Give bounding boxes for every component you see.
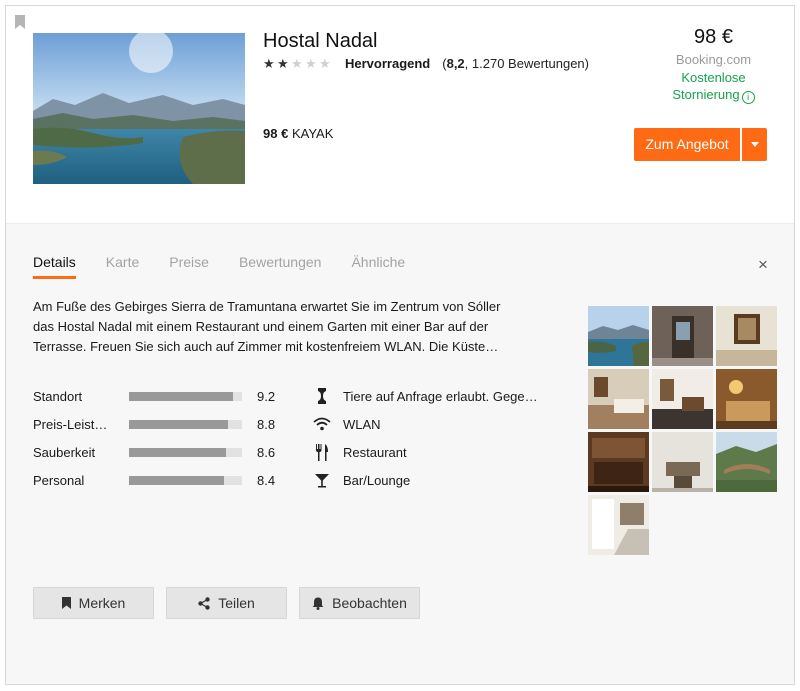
score-row: Preis-Leist… 8.8: [33, 410, 287, 438]
star-filled-icon: ★: [263, 56, 275, 71]
offer-button[interactable]: Zum Angebot: [634, 128, 740, 161]
rating-score: 8,2: [446, 56, 465, 71]
free-cancellation-line2: Stornierung: [672, 87, 740, 102]
pet-bone-icon: [311, 388, 333, 404]
rating-count: 1.270 Bewertungen: [471, 56, 585, 71]
amenity-restaurant: Restaurant: [311, 438, 538, 466]
score-bar: [129, 419, 242, 429]
save-button[interactable]: Merken: [33, 587, 154, 619]
gallery-thumbnail[interactable]: [652, 432, 713, 492]
gallery-thumbnail[interactable]: [588, 432, 649, 492]
description-line: Terrasse. Freuen Sie sich auch auf Zimme…: [33, 339, 499, 354]
star-empty-icon: ★: [319, 56, 331, 71]
score-label: Preis-Leist…: [33, 416, 108, 432]
fork-knife-icon: [311, 443, 333, 461]
photo-gallery: [588, 306, 778, 555]
alternative-offer[interactable]: 98 € KAYAK: [263, 126, 333, 141]
chevron-down-icon: [750, 142, 759, 147]
score-value: 8.4: [257, 472, 276, 488]
cocktail-icon: [311, 472, 333, 488]
amenity-bar: Bar/Lounge: [311, 466, 538, 494]
gallery-thumbnail[interactable]: [588, 495, 649, 555]
score-row: Standort 9.2: [33, 382, 287, 410]
score-fill: [129, 475, 224, 485]
score-value: 8.8: [257, 416, 276, 432]
share-button-label: Teilen: [218, 595, 255, 611]
close-icon[interactable]: ×: [758, 256, 768, 273]
hotel-name[interactable]: Hostal Nadal: [263, 30, 378, 53]
gallery-thumbnail[interactable]: [588, 369, 649, 429]
best-price: 98 €: [694, 26, 733, 48]
score-label: Personal: [33, 472, 85, 488]
hotel-main-photo[interactable]: [33, 33, 245, 184]
rating-summary[interactable]: (8,2, 1.270 Bewertungen): [442, 56, 589, 71]
share-icon: [198, 596, 210, 610]
score-value: 9.2: [257, 388, 276, 404]
amenities-list: Tiere auf Anfrage erlaubt. Gege… WLAN Re…: [311, 382, 538, 494]
star-empty-icon: ★: [305, 56, 317, 71]
amenity-label: Restaurant: [343, 444, 407, 460]
watch-button-label: Beobachten: [332, 595, 407, 611]
score-row: Personal 8.4: [33, 466, 287, 494]
star-rating: ★ ★ ★ ★ ★: [263, 57, 333, 70]
tab-prices[interactable]: Preise: [169, 254, 209, 279]
amenity-wifi: WLAN: [311, 410, 538, 438]
amenity-label: Tiere auf Anfrage erlaubt. Gege…: [343, 388, 538, 404]
free-cancellation: Kostenlose Stornierung i: [626, 69, 794, 104]
tab-details[interactable]: Details: [33, 254, 76, 279]
gallery-thumbnail[interactable]: [652, 306, 713, 366]
score-value: 8.6: [257, 444, 276, 460]
best-provider: Booking.com: [675, 52, 752, 67]
offer-button-group: Zum Angebot: [634, 128, 767, 161]
rating-word: Hervorragend: [345, 56, 431, 71]
tab-reviews[interactable]: Bewertungen: [239, 254, 322, 279]
gallery-thumbnail[interactable]: [588, 306, 649, 366]
gallery-thumbnail[interactable]: [716, 306, 777, 366]
info-icon[interactable]: i: [741, 91, 755, 104]
rating-row: ★ ★ ★ ★ ★ Hervorragend (8,2, 1.270 Bewertung…: [263, 56, 589, 71]
tab-map[interactable]: Karte: [106, 254, 139, 279]
amenity-label: WLAN: [343, 416, 381, 432]
score-row: Sauberkeit 8.6: [33, 438, 287, 466]
bell-icon: [312, 597, 324, 610]
bookmark-icon: [61, 597, 71, 609]
score-label: Sauberkeit: [33, 444, 96, 460]
save-button-label: Merken: [78, 595, 126, 611]
score-fill: [129, 447, 227, 457]
description-line: das Hostal Nadal mit einem Restaurant un…: [33, 319, 489, 334]
gallery-thumbnail[interactable]: [716, 369, 777, 429]
watch-button[interactable]: Beobachten: [299, 587, 420, 619]
offer-dropdown-button[interactable]: [742, 128, 767, 161]
gallery-thumbnail[interactable]: [652, 369, 713, 429]
alternative-provider: KAYAK: [291, 126, 334, 141]
action-buttons: Merken Teilen Beobachten: [33, 587, 432, 619]
score-label: Standort: [33, 388, 83, 404]
alternative-price: 98 €: [263, 126, 289, 141]
hotel-result-card: Hostal Nadal ★ ★ ★ ★ ★ Hervorragend (8,2, 1.…: [5, 5, 795, 685]
amenity-label: Bar/Lounge: [343, 472, 411, 488]
score-bar: [129, 475, 242, 485]
price-box: 98 € Booking.com Kostenlose Stornierung i: [626, 26, 794, 104]
hotel-description: Am Fuße des Gebirges Sierra de Tramuntan…: [33, 297, 548, 357]
wifi-icon: [311, 416, 333, 432]
gallery-thumbnail[interactable]: [716, 432, 777, 492]
details-tabs: Details Karte Preise Bewertungen Ähnlich…: [33, 254, 435, 279]
category-scores: Standort 9.2 Preis-Leist… 8.8 Sauberkeit…: [33, 382, 287, 494]
star-filled-icon: ★: [277, 56, 289, 71]
star-empty-icon: ★: [291, 56, 303, 71]
share-button[interactable]: Teilen: [166, 587, 287, 619]
score-bar: [129, 447, 242, 457]
amenity-pets: Tiere auf Anfrage erlaubt. Gege…: [311, 382, 538, 410]
description-line: Am Fuße des Gebirges Sierra de Tramuntan…: [33, 299, 501, 314]
score-bar: [129, 391, 242, 401]
bookmark-flag-icon[interactable]: [15, 15, 25, 29]
free-cancellation-line1: Kostenlose: [681, 70, 746, 85]
tab-similar[interactable]: Ähnliche: [351, 254, 405, 279]
details-panel: Details Karte Preise Bewertungen Ähnlich…: [6, 223, 794, 684]
score-fill: [129, 419, 229, 429]
score-fill: [129, 391, 233, 401]
